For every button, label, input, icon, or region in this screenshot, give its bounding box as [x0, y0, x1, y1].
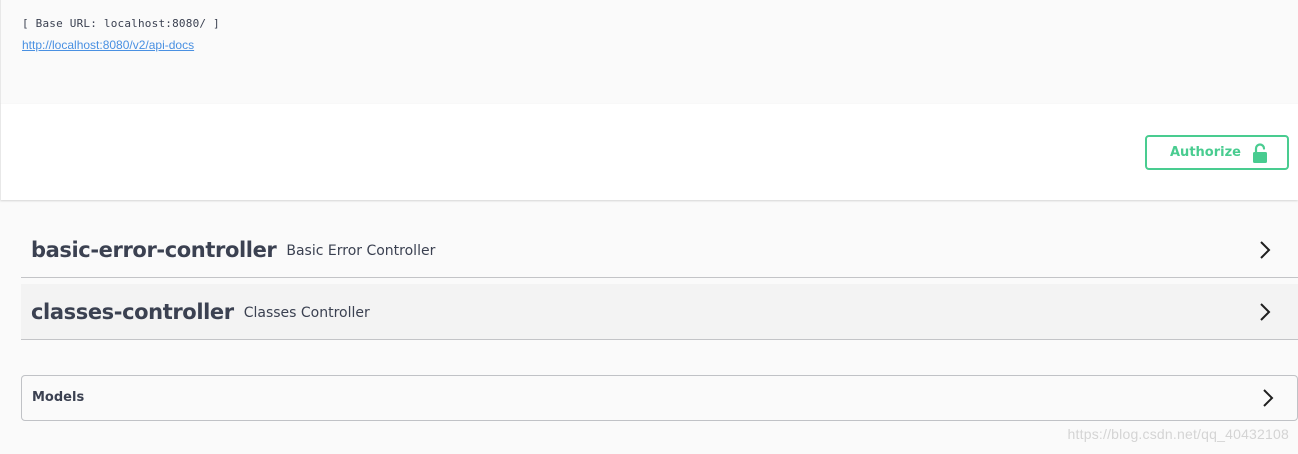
models-section[interactable]: Models	[21, 375, 1298, 421]
info-section: [ Base URL: localhost:8080/ ] http://loc…	[0, 0, 1298, 104]
tag-name: basic-error-controller	[31, 237, 277, 262]
unlocked-padlock-icon	[1253, 143, 1267, 163]
scheme-container: Authorize	[0, 104, 1298, 200]
authorize-button[interactable]: Authorize	[1145, 135, 1289, 170]
chevron-right-icon[interactable]	[1261, 387, 1275, 409]
watermark-text: https://blog.csdn.net/qq_40432108	[1067, 426, 1289, 442]
tag-basic-error-controller[interactable]: basic-error-controller Basic Error Contr…	[21, 222, 1298, 278]
models-title: Models	[32, 390, 85, 405]
tag-description: Basic Error Controller	[286, 242, 436, 259]
base-url-text: [ Base URL: localhost:8080/ ]	[22, 17, 220, 30]
tag-name: classes-controller	[31, 299, 234, 324]
api-docs-link[interactable]: http://localhost:8080/v2/api-docs	[22, 38, 194, 52]
tag-description: Classes Controller	[243, 304, 370, 321]
chevron-right-icon[interactable]	[1258, 301, 1272, 323]
tag-classes-controller[interactable]: classes-controller Classes Controller	[21, 284, 1298, 340]
authorize-label: Authorize	[1170, 145, 1241, 160]
chevron-right-icon[interactable]	[1258, 239, 1272, 261]
